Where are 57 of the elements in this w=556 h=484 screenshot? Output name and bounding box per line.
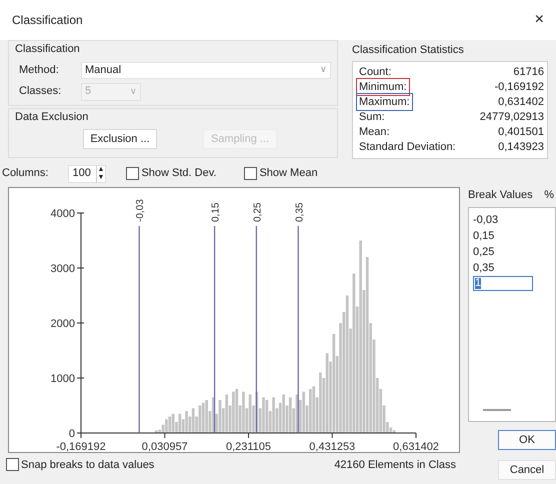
break-line[interactable] <box>256 226 257 432</box>
statistic-value: 24779,02913 <box>480 110 544 125</box>
checkbox-label: Show Mean <box>259 166 318 182</box>
statistic-label: Maximum: <box>356 92 413 112</box>
x-tick-label: 0,030957 <box>142 440 188 452</box>
break-value-input[interactable]: 1 <box>473 276 533 291</box>
break-label: -0,03 <box>135 198 146 222</box>
field-label: Columns: <box>2 166 48 182</box>
statistic-value: 0,401501 <box>498 124 544 140</box>
statistic-label: Sum: <box>358 110 386 125</box>
group-title: Data Exclusion <box>15 110 90 124</box>
caret-icon: ∨ <box>320 63 327 77</box>
group-title: Classification <box>15 42 81 57</box>
field-label: Classes: <box>18 84 62 100</box>
elements-count: 42160 Elements in Class <box>334 458 456 472</box>
dialog-button[interactable]: OK <box>498 430 556 450</box>
statistic-value: -0,169192 <box>494 80 544 95</box>
x-tick-label: 0,431253 <box>309 440 356 452</box>
break-value[interactable]: -0,03 <box>473 212 551 228</box>
column-header: % <box>544 188 555 202</box>
statistic-value: 61716 <box>513 64 544 80</box>
close-button[interactable]: × <box>534 8 544 32</box>
y-tick-label: 3000 <box>50 262 75 274</box>
y-tick-label: 0 <box>68 428 75 440</box>
field-label: Method: <box>18 62 60 78</box>
caret-icon: ∨ <box>130 84 137 98</box>
x-tick-label: 0,631402 <box>393 440 439 452</box>
checkbox-label: Show Std. Dev. <box>141 166 216 182</box>
x-tick-label: -0,169192 <box>56 440 106 452</box>
statistic-label: Count: <box>358 64 392 80</box>
break-label: 0,25 <box>252 202 264 222</box>
break-label: 0,15 <box>210 202 222 222</box>
method-dropdown[interactable]: Manual ∨ <box>81 62 331 78</box>
column-header: Break Values <box>468 188 533 202</box>
y-tick-label: 1000 <box>50 372 75 384</box>
x-tick-label: 0,231105 <box>226 440 272 452</box>
scrollbar-thumb[interactable] <box>483 409 511 411</box>
y-tick-label: 4000 <box>50 208 75 220</box>
dialog-button[interactable]: Cancel <box>498 460 556 480</box>
action-button[interactable]: Exclusion ... <box>83 129 157 149</box>
break-line[interactable] <box>214 226 216 432</box>
break-label: 0,35 <box>294 202 306 222</box>
checkbox[interactable] <box>6 458 19 472</box>
statistic-value: 0,631402 <box>498 94 544 110</box>
checkbox-label: Snap breaks to data values <box>21 458 154 472</box>
break-value[interactable]: 0,15 <box>473 228 551 244</box>
break-value[interactable]: 0,25 <box>473 244 551 260</box>
statistic-label: Minimum: <box>356 78 410 96</box>
statistic-label: Standard Deviation: <box>358 140 457 155</box>
group-title: Classification Statistics <box>352 43 465 58</box>
break-value[interactable]: 0,35 <box>473 260 551 276</box>
y-tick-label: 2000 <box>50 318 75 330</box>
checkbox[interactable] <box>126 167 140 180</box>
checkbox[interactable] <box>244 167 258 180</box>
window-title: Classification <box>12 12 83 29</box>
statistic-label: Mean: <box>358 124 391 140</box>
statistic-value: 0,143923 <box>498 140 544 155</box>
